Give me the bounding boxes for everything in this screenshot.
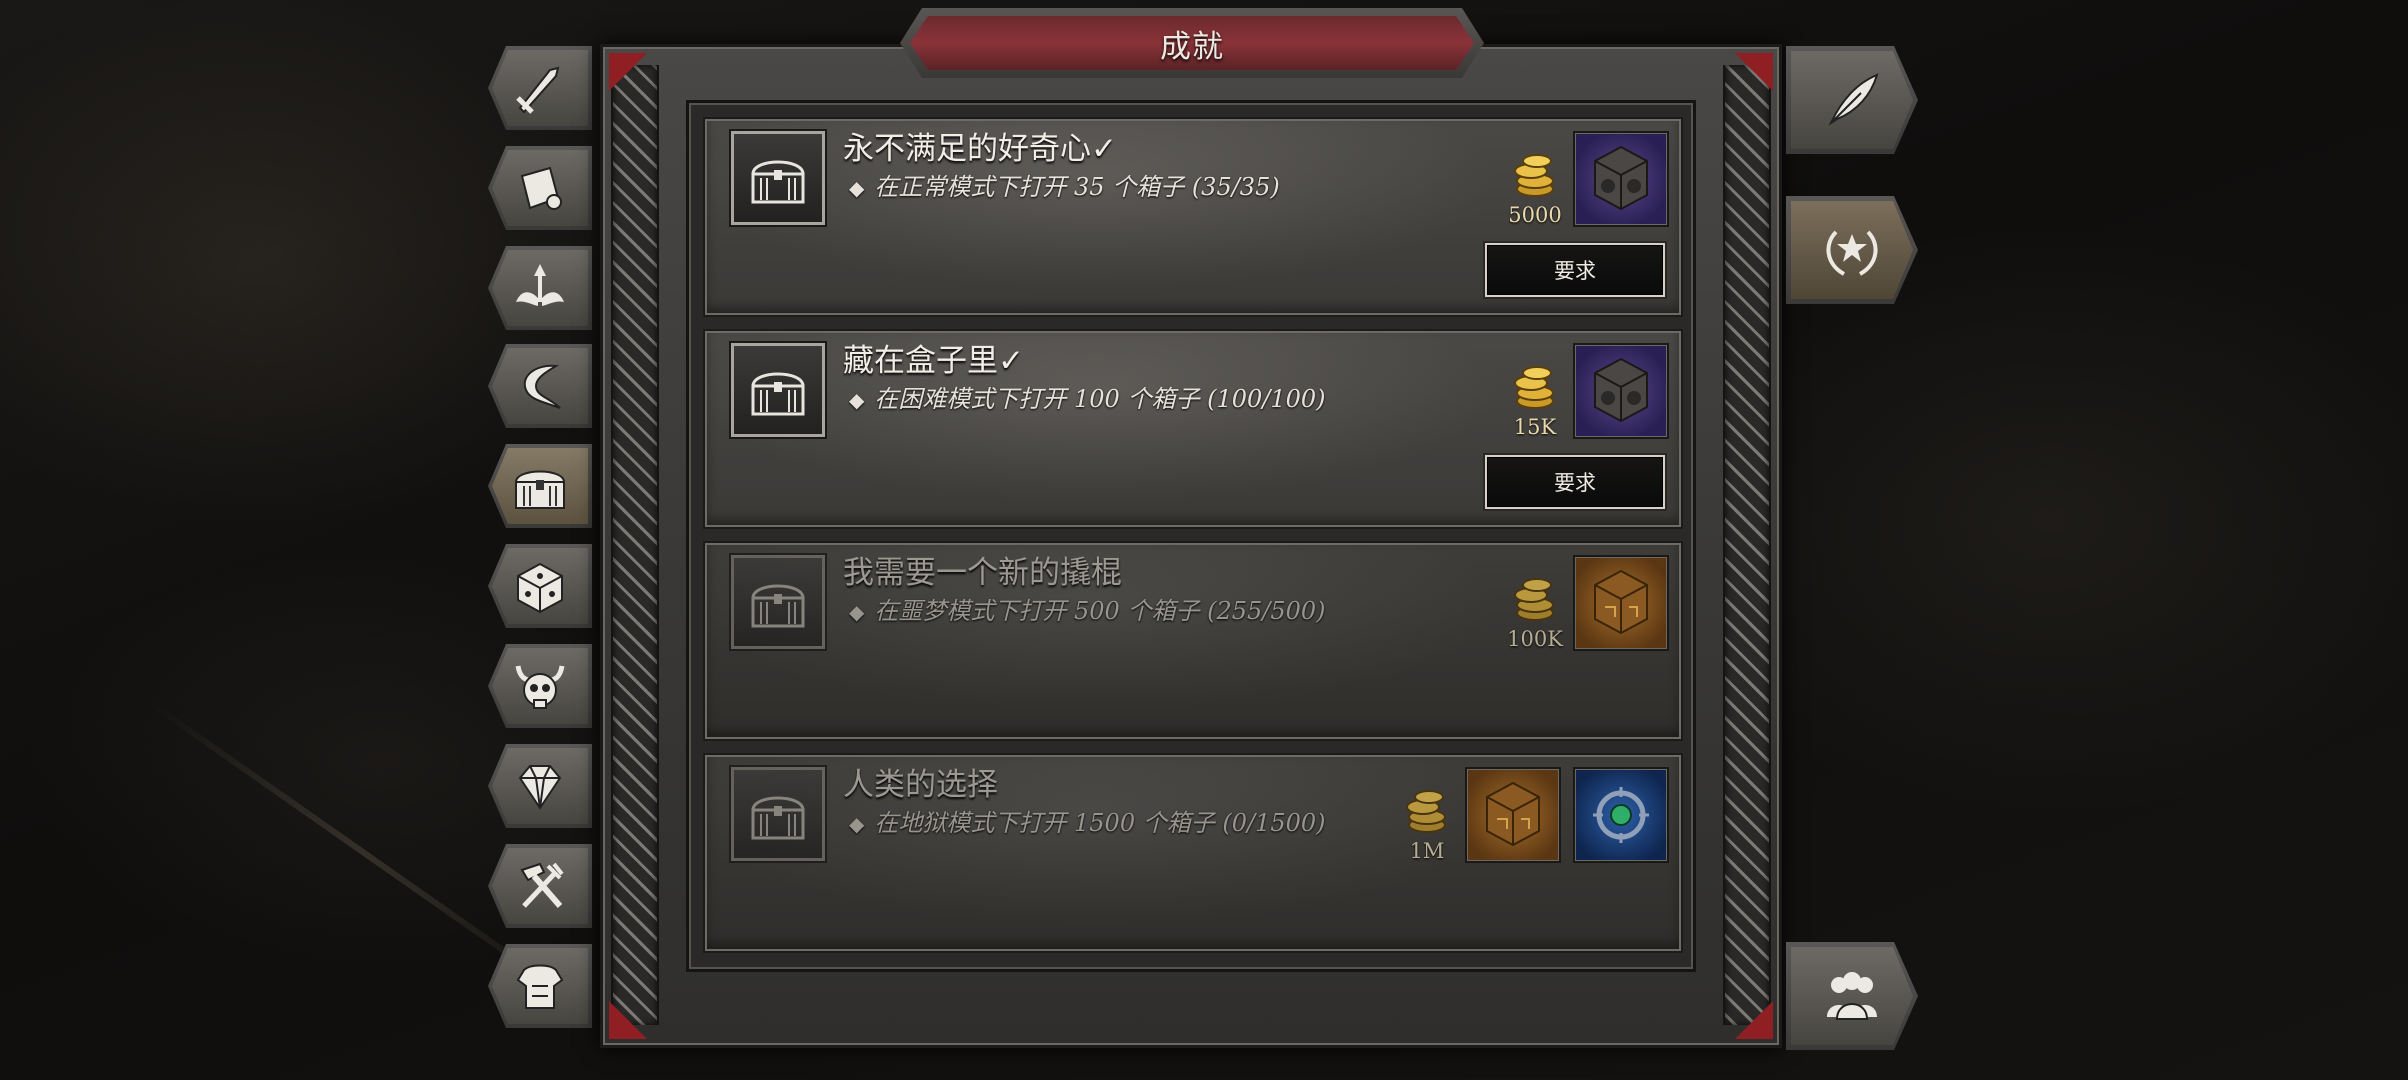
claim-button[interactable]: 要求 [1485,243,1665,297]
title-banner: 成就 [910,16,1474,70]
bullet-icon: ◆ [849,388,865,412]
reward-item-slot[interactable] [1573,343,1669,439]
bullet-icon: ◆ [849,812,865,836]
left-ornament [611,65,659,1025]
tab-gems[interactable] [488,744,592,828]
achievement-requirement: ◆ 在噩梦模式下打开 500 个箱子 (255/500) [849,591,1326,626]
sword-icon [516,66,560,114]
gold-coins-icon [1406,790,1446,833]
chest-icon [751,160,805,204]
tab-skills[interactable] [488,246,592,330]
bullet-icon: ◆ [849,600,865,624]
tab-gambling[interactable] [488,544,592,628]
tab-weapons[interactable] [488,46,592,130]
gold-coins-icon [1514,366,1554,409]
chest-badge [731,131,825,225]
demon-skull-icon [515,665,565,709]
blue-amulet-icon [1593,787,1649,843]
dice-icon [517,562,563,614]
achievement-requirement: ◆ 在地狱模式下打开 1500 个箱子 (0/1500) [849,803,1326,838]
chest-badge [731,343,825,437]
chest-icon [514,470,566,509]
tab-crafting[interactable] [488,844,592,928]
gold-amount: 100K [1507,627,1563,651]
chest-icon [751,796,805,840]
party-icon [1817,961,1887,1031]
orange-cube-icon [1594,569,1648,635]
achievement-title: 我需要一个新的撬棍 [843,555,1122,591]
winged-arrow-icon [516,264,564,306]
reward-item-slot[interactable] [1573,767,1669,863]
chest-icon [751,372,805,416]
right-ornament [1723,65,1771,1025]
chest-icon [751,584,805,628]
window-title: 成就 [1160,28,1224,65]
gold-amount: 15K [1513,415,1557,439]
bullet-icon: ◆ [849,176,865,200]
gold-reward: 5000 [1495,141,1575,241]
tab-chests[interactable] [488,444,592,528]
tab-bosses[interactable] [488,644,592,728]
tab-journal[interactable] [1786,46,1918,154]
gold-coins-icon [1514,578,1554,621]
armor-icon [516,964,564,1009]
purple-cube-icon [1594,145,1648,211]
tab-scrolls[interactable] [488,146,592,230]
gem-icon [518,765,562,810]
scroll-icon [520,166,562,210]
tab-party[interactable] [1786,942,1918,1050]
chest-badge [731,767,825,861]
requirement-text: 在正常模式下打开 35 个箱子 (35/35) [874,173,1280,201]
achievement-row: 永不满足的好奇心✓ ◆ 在正常模式下打开 35 个箱子 (35/35) 5000 … [703,117,1683,317]
requirement-text: 在困难模式下打开 100 个箱子 (100/100) [874,385,1326,413]
hammer-icon [520,862,564,908]
reward-item-slot[interactable] [1573,555,1669,651]
quill-icon [1817,65,1887,135]
tab-achievements[interactable] [1786,196,1918,304]
tab-monsters[interactable] [488,344,592,428]
achievement-title: 人类的选择 [843,767,998,803]
achievement-title: 永不满足的好奇心✓ [843,131,1117,167]
corner-ornament [609,1001,647,1039]
reward-item-slot[interactable] [1465,767,1561,863]
achievement-requirement: ◆ 在困难模式下打开 100 个箱子 (100/100) [849,379,1326,414]
requirement-text: 在地狱模式下打开 1500 个箱子 (0/1500) [874,809,1326,837]
achievement-row: 我需要一个新的撬棍 ◆ 在噩梦模式下打开 500 个箱子 (255/500) 10… [703,541,1683,741]
gold-coins-icon [1514,154,1554,197]
reward-item-slot[interactable] [1573,131,1669,227]
requirement-text: 在噩梦模式下打开 500 个箱子 (255/500) [874,597,1326,625]
corner-ornament [609,53,647,91]
achievement-row: 人类的选择 ◆ 在地狱模式下打开 1500 个箱子 (0/1500) 1M [703,753,1683,953]
achievement-list[interactable]: 永不满足的好奇心✓ ◆ 在正常模式下打开 35 个箱子 (35/35) 5000 … [686,100,1696,972]
gold-reward: 1M [1387,777,1467,877]
horn-icon [523,364,561,409]
gold-amount: 5000 [1508,203,1562,227]
gold-reward: 100K [1495,565,1575,665]
claim-button[interactable]: 要求 [1485,455,1665,509]
achievement-title: 藏在盒子里✓ [843,343,1024,379]
corner-ornament [1735,1001,1773,1039]
achievement-row: 藏在盒子里✓ ◆ 在困难模式下打开 100 个箱子 (100/100) 15K 要… [703,329,1683,529]
tab-armor[interactable] [488,944,592,1028]
orange-cube-icon [1486,781,1540,847]
gold-reward: 15K [1495,353,1575,453]
gold-amount: 1M [1409,839,1445,863]
achievement-requirement: ◆ 在正常模式下打开 35 个箱子 (35/35) [849,167,1280,202]
corner-ornament [1735,53,1773,91]
laurel-star-icon [1814,212,1890,288]
chest-badge [731,555,825,649]
purple-cube-icon [1594,357,1648,423]
